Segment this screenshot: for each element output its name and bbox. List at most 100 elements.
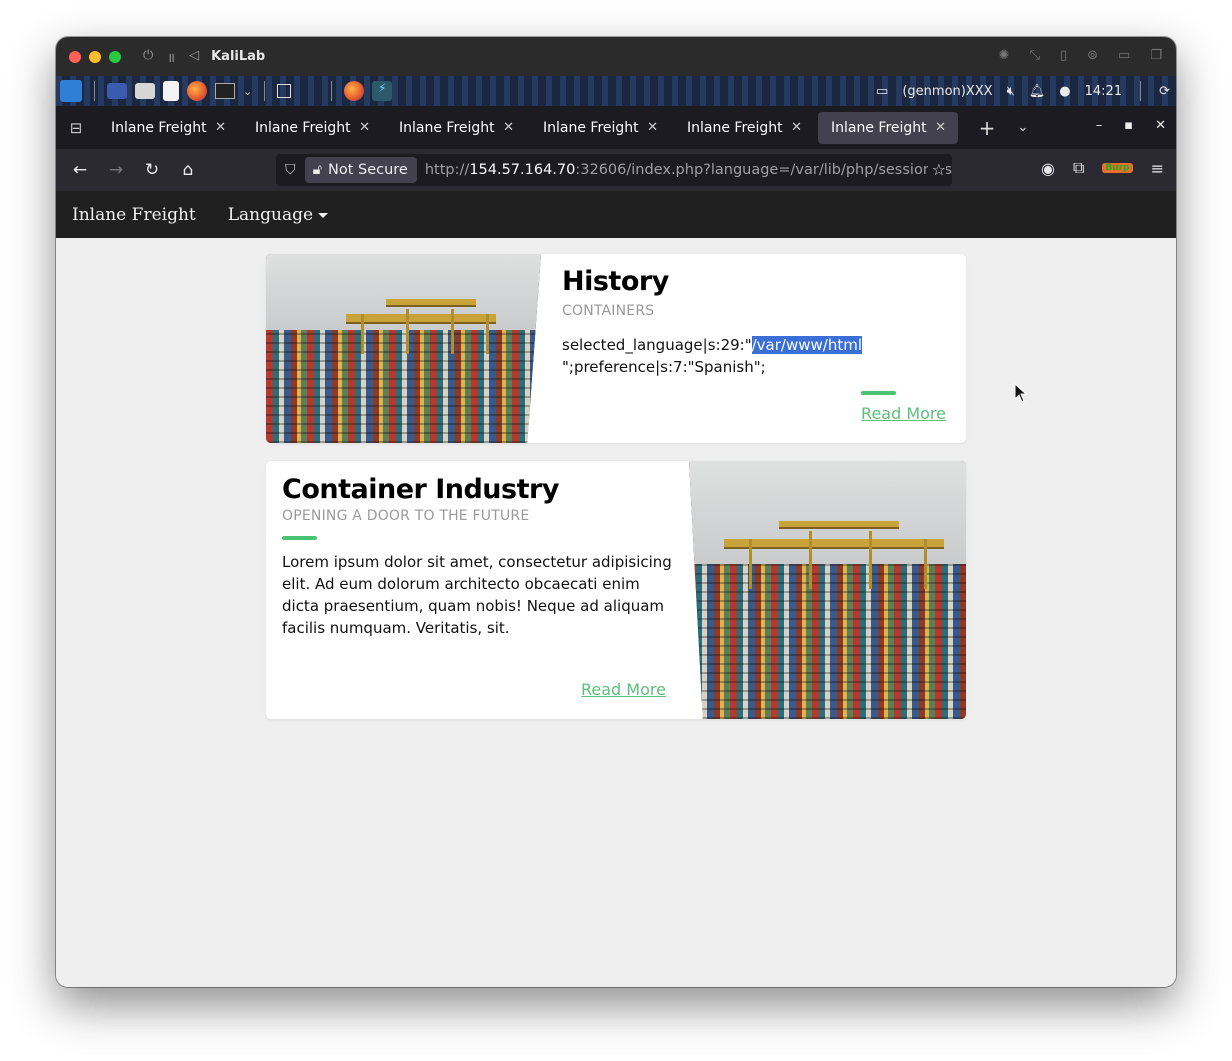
- usb-icon[interactable]: ▯: [1060, 48, 1067, 63]
- tabs: Inlane Freight ✕ Inlane Freight ✕ Inlane…: [98, 111, 962, 144]
- genmon-label: (genmon)XXX: [902, 83, 993, 99]
- mouse-cursor-icon: [1014, 383, 1028, 403]
- close-icon[interactable]: ✕: [935, 120, 946, 135]
- port-containers-image: [689, 461, 966, 719]
- language-dropdown[interactable]: Language: [227, 204, 329, 225]
- language-label: Language: [227, 204, 314, 225]
- zoom-window-button[interactable]: [109, 50, 121, 63]
- burp-extension-icon[interactable]: Burp: [1102, 163, 1133, 173]
- tab-list-icon[interactable]: ⊟: [56, 119, 96, 137]
- windows-icon[interactable]: ❐: [1150, 48, 1162, 63]
- terminal-icon[interactable]: [215, 83, 235, 99]
- tab[interactable]: Inlane Freight ✕: [674, 112, 814, 144]
- refresh-icon[interactable]: ⟳: [1159, 84, 1170, 99]
- tab[interactable]: Inlane Freight ✕: [530, 112, 670, 144]
- desktop-icon[interactable]: [107, 83, 127, 99]
- tab-label: Inlane Freight: [399, 119, 495, 136]
- minimize-window-button[interactable]: [89, 50, 101, 63]
- account-icon[interactable]: ◉: [1041, 159, 1055, 178]
- mute-icon[interactable]: 🔇︎: [1007, 84, 1015, 99]
- panel-separator: [264, 81, 266, 101]
- close-icon[interactable]: ✕: [359, 120, 370, 135]
- folder-icon[interactable]: ▭: [1118, 48, 1130, 63]
- accent-bar: [861, 391, 896, 395]
- bookmark-star-icon[interactable]: ☆: [927, 160, 946, 179]
- tab-strip: ⊟ Inlane Freight ✕ Inlane Freight ✕ Inla…: [56, 106, 1176, 149]
- card-title: History: [562, 266, 669, 297]
- file-manager-icon[interactable]: [135, 83, 155, 99]
- text-editor-icon[interactable]: [163, 81, 179, 101]
- network-icon[interactable]: ⊚: [1087, 48, 1098, 63]
- container-industry-card: Container Industry OPENING A DOOR TO THE…: [266, 461, 966, 719]
- reload-icon[interactable]: ↻: [134, 160, 170, 180]
- close-browser-icon[interactable]: ✕: [1155, 118, 1166, 133]
- not-secure-badge[interactable]: 🔓︎ Not Secure: [304, 157, 417, 183]
- web-page: Inlane Freight Language History CONTAINE…: [56, 191, 1176, 987]
- session-text: selected_language|s:29:"/var/www/html ";…: [562, 334, 946, 378]
- close-icon[interactable]: ✕: [647, 120, 658, 135]
- accent-bar: [282, 536, 317, 540]
- monitor-icon: ▭: [876, 83, 889, 99]
- pause-icon[interactable]: ॥: [167, 48, 175, 66]
- tab-label: Inlane Freight: [111, 119, 207, 136]
- url-path: :32606/index.php?language=/var/lib/php/s…: [575, 162, 952, 178]
- tab[interactable]: Inlane Freight ✕: [242, 112, 382, 144]
- tab[interactable]: Inlane Freight ✕: [386, 112, 526, 144]
- not-secure-label: Not Secure: [327, 162, 408, 178]
- site-brand-link[interactable]: Inlane Freight: [72, 205, 196, 225]
- panel-separator: [94, 81, 95, 101]
- site-navbar: Inlane Freight Language: [56, 191, 1176, 238]
- card-subtitle: CONTAINERS: [562, 303, 655, 319]
- burp-task-icon[interactable]: ⚡: [372, 81, 393, 101]
- port-containers-image: [266, 254, 541, 443]
- navigation-toolbar: ← → ↻ ⌂ ⛉ 🔓︎ Not Secure http:// 154.57.1…: [56, 149, 1176, 191]
- history-card-body: History CONTAINERS selected_language|s:2…: [562, 266, 946, 378]
- new-tab-button[interactable]: +: [972, 116, 1002, 140]
- back-arrow-icon[interactable]: ←: [62, 160, 98, 180]
- home-icon[interactable]: ⌂: [170, 160, 206, 180]
- minimize-icon[interactable]: –: [1096, 118, 1103, 133]
- url-scheme: http://: [424, 162, 470, 178]
- hamburger-menu-icon[interactable]: ≡: [1151, 159, 1164, 178]
- caret-down-icon: [318, 213, 329, 218]
- close-icon[interactable]: ✕: [791, 120, 802, 135]
- firefox-launcher-icon[interactable]: [187, 81, 207, 101]
- kali-menu-icon[interactable]: [60, 80, 82, 102]
- forward-arrow-icon[interactable]: →: [98, 160, 134, 180]
- panel-separator: [1140, 81, 1142, 101]
- close-icon[interactable]: ✕: [215, 120, 226, 135]
- tab-label: Inlane Freight: [543, 119, 639, 136]
- tab-label: Inlane Freight: [831, 119, 927, 136]
- session-text-prefix: selected_language|s:29:": [562, 336, 752, 354]
- close-icon[interactable]: ✕: [503, 120, 514, 135]
- power-icon[interactable]: ⏻: [143, 48, 153, 66]
- traffic-lights: [69, 50, 121, 63]
- card-text: Lorem ipsum dolor sit amet, consectetur …: [282, 553, 672, 637]
- selected-text: /var/www/html: [751, 336, 862, 354]
- tab-label: Inlane Freight: [255, 119, 351, 136]
- update-icon[interactable]: ●: [1059, 84, 1070, 99]
- close-window-button[interactable]: [69, 50, 81, 63]
- firefox-task-icon[interactable]: [344, 81, 365, 101]
- mac-titlebar: ⏻ ॥ ◁ KaliLab ✺ ⤡ ▯ ⊚ ▭ ❐: [56, 37, 1176, 76]
- read-more-link[interactable]: Read More: [861, 404, 946, 423]
- chevron-down-icon[interactable]: ⌄: [243, 85, 252, 98]
- extensions-icon[interactable]: ⧉: [1073, 158, 1084, 178]
- chevron-down-icon[interactable]: ⌄: [1008, 120, 1038, 135]
- tab[interactable]: Inlane Freight ✕: [98, 112, 238, 144]
- kali-panel: ⌄ ⚡ ▭ (genmon)XXX 🔇︎ 🔔︎ ● 14:21 ⟳: [56, 76, 1176, 106]
- maximize-icon[interactable]: ▪: [1124, 118, 1133, 133]
- url-bar[interactable]: ⛉ 🔓︎ Not Secure http:// 154.57.164.70 :3…: [276, 154, 952, 186]
- back-triangle-icon[interactable]: ◁: [189, 48, 199, 66]
- clock[interactable]: 14:21: [1085, 84, 1122, 99]
- workspace-icon[interactable]: [277, 84, 292, 98]
- brightness-icon[interactable]: ✺: [999, 48, 1010, 63]
- vm-title: KaliLab: [211, 49, 266, 64]
- card-subtitle: OPENING A DOOR TO THE FUTURE: [282, 508, 530, 524]
- bell-icon[interactable]: 🔔︎: [1029, 84, 1046, 99]
- resize-icon[interactable]: ⤡: [1030, 48, 1040, 63]
- tab-active[interactable]: Inlane Freight ✕: [818, 111, 958, 144]
- shield-icon[interactable]: ⛉: [276, 162, 305, 178]
- lock-broken-icon: 🔓︎: [312, 162, 322, 178]
- read-more-link[interactable]: Read More: [581, 680, 666, 699]
